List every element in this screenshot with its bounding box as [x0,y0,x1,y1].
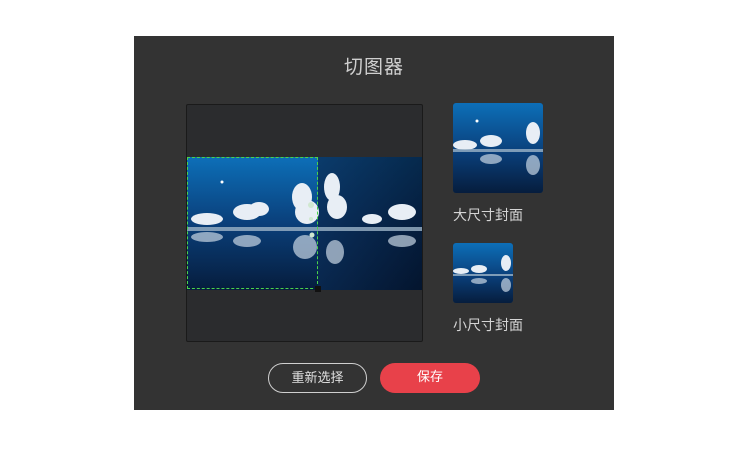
small-cover-label: 小尺寸封面 [453,318,523,334]
crop-area[interactable] [186,104,423,342]
large-cover-preview [453,103,543,193]
reselect-button[interactable]: 重新选择 [268,363,367,393]
small-cover-preview [453,243,513,303]
large-cover-label: 大尺寸封面 [453,208,523,224]
crop-resize-handle[interactable] [315,286,321,292]
image-cropper-dialog: 切图器 大尺寸封面 小尺寸封面 重新选择 保存 [134,36,614,410]
save-button[interactable]: 保存 [380,363,480,393]
crop-selection-box[interactable] [187,157,318,289]
dialog-title: 切图器 [343,56,404,78]
